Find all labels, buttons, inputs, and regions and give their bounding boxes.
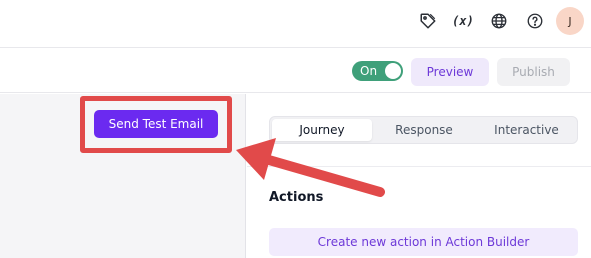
preview-button[interactable]: Preview <box>411 58 489 86</box>
status-toggle[interactable]: On <box>352 61 403 81</box>
create-action-button[interactable]: Create new action in Action Builder <box>269 228 578 256</box>
tag-icon[interactable] <box>417 10 439 32</box>
tab-journey[interactable]: Journey <box>272 119 372 141</box>
globe-icon[interactable] <box>488 10 510 32</box>
top-header: (x) J <box>0 0 591 48</box>
variables-glyph: (x) <box>452 14 474 28</box>
tab-response[interactable]: Response <box>374 119 474 141</box>
journey-toolbar: On Preview Publish <box>0 49 591 93</box>
toggle-knob <box>385 63 401 79</box>
avatar[interactable]: J <box>556 7 584 35</box>
tab-interactive[interactable]: Interactive <box>476 119 577 141</box>
variables-icon[interactable]: (x) <box>452 10 474 32</box>
send-test-email-button[interactable]: Send Test Email <box>94 110 218 138</box>
toggle-label: On <box>360 64 378 78</box>
publish-button[interactable]: Publish <box>497 58 570 86</box>
panel-tabs: Journey Response Interactive <box>269 116 578 144</box>
actions-heading: Actions <box>269 190 324 205</box>
panel-divider <box>247 166 591 167</box>
help-icon[interactable] <box>524 10 546 32</box>
